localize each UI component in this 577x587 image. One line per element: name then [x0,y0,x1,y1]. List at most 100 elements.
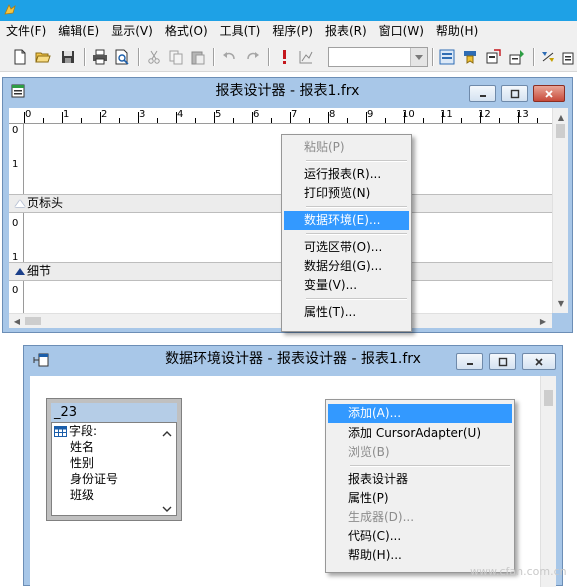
new-file-icon[interactable] [10,47,30,67]
menu-data-grouping[interactable]: 数据分组(G)... [284,257,409,276]
toolbar-separator [533,48,534,66]
watermark: www.cfan.com.cn [470,565,567,578]
menu-optional-bands[interactable]: 可选区带(O)... [284,238,409,257]
minimize-button[interactable] [469,85,496,102]
menu-help[interactable]: 帮助(H) [430,22,484,41]
report-context-menu: 粘贴(P) 运行报表(R)... 打印预览(N) 数据环境(E)... 可选区带… [281,134,412,332]
band-arrow-icon [15,200,25,207]
menu-separator [306,298,407,299]
toolbar-separator [138,48,139,66]
chart-icon[interactable] [296,47,316,67]
toolbar-separator [432,48,433,66]
menu-format[interactable]: 格式(O) [159,22,214,41]
chevron-up-icon[interactable] [162,426,174,437]
paste-icon[interactable] [188,47,208,67]
field-item[interactable]: 姓名 [70,439,94,455]
scroll-up-icon[interactable]: ▲ [554,110,568,124]
menu-separator [350,465,510,466]
menu-paste[interactable]: 粘贴(P) [284,138,409,157]
chevron-down-icon[interactable] [162,501,174,512]
vertical-scrollbar[interactable] [540,376,556,587]
scroll-right-icon[interactable]: ▶ [536,314,550,328]
field-item[interactable]: 身份证号 [70,471,118,487]
toolbar-separator [268,48,269,66]
align-icon[interactable] [538,47,558,67]
scroll-thumb[interactable] [544,390,553,406]
chevron-down-icon[interactable] [410,48,427,66]
cursor-table-box[interactable]: _23 字段: 姓名 性别 身份证号 班级 [46,398,182,521]
menu-data-environment[interactable]: 数据环境(E)... [284,211,409,230]
menu-report[interactable]: 报表(R) [319,22,373,41]
menu-print-preview[interactable]: 打印预览(N) [284,184,409,203]
toolbar-combo[interactable] [328,47,428,67]
fields-header: 字段: [69,424,98,438]
band-label: 页标头 [27,196,64,210]
menu-program[interactable]: 程序(P) [266,22,319,41]
close-button[interactable] [522,353,556,370]
toolbar-separator [84,48,85,66]
color-palette-icon[interactable] [460,47,480,67]
scroll-left-icon[interactable]: ◀ [10,314,24,328]
field-item[interactable]: 班级 [70,487,94,503]
menu-help[interactable]: 帮助(H)... [328,546,512,565]
menu-bar: 文件(F) 编辑(E) 显示(V) 格式(O) 工具(T) 程序(P) 报表(R… [0,21,577,42]
app-fox-icon [3,3,17,17]
ruler-number: 1 [12,159,19,170]
menu-edit[interactable]: 编辑(E) [52,22,105,41]
menu-properties[interactable]: 属性(T)... [284,303,409,322]
menu-separator [306,206,407,207]
horizontal-ruler: 0 1 2 3 4 5 6 7 8 9 10 11 12 13 [9,108,552,124]
open-folder-icon[interactable] [33,47,53,67]
ruler-ticks [24,112,538,123]
menu-code[interactable]: 代码(C)... [328,527,512,546]
menu-separator [306,233,407,234]
band-arrow-icon [15,268,25,275]
print-preview-icon[interactable] [112,47,132,67]
toolbar-separator [213,48,214,66]
report-controls-icon[interactable] [437,47,457,67]
menu-view[interactable]: 显示(V) [105,22,159,41]
menu-separator [306,160,407,161]
minimize-button[interactable] [456,353,483,370]
fields-table-icon [54,426,67,437]
menu-add[interactable]: 添加(A)... [328,404,512,423]
table-name[interactable]: _23 [51,403,177,422]
vertical-scrollbar[interactable]: ▲ ▼ [552,108,568,313]
scroll-thumb[interactable] [25,317,41,325]
data-environment-context-menu: 添加(A)... 添加 CursorAdapter(U) 浏览(B) 报表设计器… [325,399,515,573]
menu-properties[interactable]: 属性(P) [328,489,512,508]
menu-add-cursoradapter[interactable]: 添加 CursorAdapter(U) [328,424,512,443]
menu-window[interactable]: 窗口(W) [373,22,430,41]
menu-run-report[interactable]: 运行报表(R)... [284,165,409,184]
ruler-number: 0 [12,218,19,229]
layout-icon[interactable] [483,47,503,67]
menu-variables[interactable]: 变量(V)... [284,276,409,295]
band-label: 细节 [27,264,52,278]
app-title-bar [0,0,577,21]
run-icon[interactable] [274,47,294,67]
maximize-button[interactable] [489,353,516,370]
toolbar [0,42,577,72]
run-report-icon[interactable] [560,47,577,67]
redo-icon[interactable] [243,47,263,67]
ruler-number: 0 [12,285,19,296]
close-button[interactable] [533,85,565,102]
maximize-button[interactable] [501,85,528,102]
field-list[interactable]: 字段: 姓名 性别 身份证号 班级 [51,422,177,516]
save-icon[interactable] [58,47,78,67]
menu-file[interactable]: 文件(F) [0,22,52,41]
scroll-down-icon[interactable]: ▼ [554,296,568,310]
menu-builder[interactable]: 生成器(D)... [328,508,512,527]
undo-icon[interactable] [219,47,239,67]
field-item[interactable]: 性别 [70,455,94,471]
ruler-number: 0 [12,125,19,136]
data-environment-icon[interactable] [507,47,527,67]
copy-icon[interactable] [166,47,186,67]
menu-report-designer[interactable]: 报表设计器 [328,470,512,489]
menu-tools[interactable]: 工具(T) [214,22,267,41]
cut-icon[interactable] [144,47,164,67]
print-icon[interactable] [90,47,110,67]
vertical-ruler: 0 1 0 1 0 [9,124,24,326]
scroll-thumb[interactable] [556,124,565,138]
menu-browse[interactable]: 浏览(B) [328,443,512,462]
